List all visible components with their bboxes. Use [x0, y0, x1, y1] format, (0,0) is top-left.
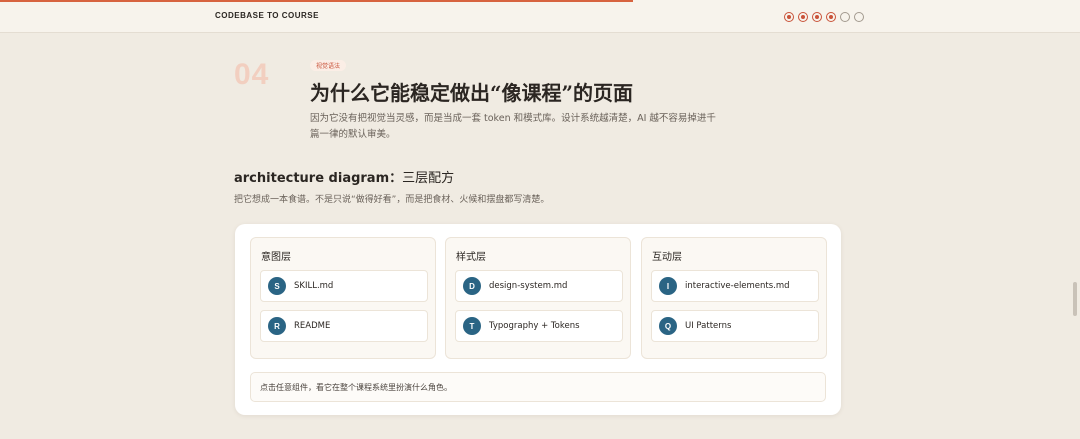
- component-badge: Q: [659, 317, 677, 335]
- section-title: 为什么它能稳定做出“像课程”的页面: [310, 81, 634, 105]
- component-interactive-elements-md[interactable]: I interactive-elements.md: [651, 270, 819, 302]
- layer-title: 互动层: [652, 252, 682, 263]
- component-badge: S: [268, 277, 286, 295]
- brand-title[interactable]: CODEBASE TO COURSE: [215, 11, 319, 20]
- diagram-title-en: architecture diagram：: [234, 171, 403, 186]
- component-readme[interactable]: R README: [260, 310, 428, 342]
- nav-dot-1[interactable]: [784, 12, 794, 22]
- component-ui-patterns[interactable]: Q UI Patterns: [651, 310, 819, 342]
- component-detail-hint: 点击任意组件，看它在整个课程系统里扮演什么角色。: [250, 372, 826, 402]
- component-skill-md[interactable]: S SKILL.md: [260, 270, 428, 302]
- section-number: 04: [234, 58, 270, 91]
- component-badge: I: [659, 277, 677, 295]
- section-tag: 视觉语法: [310, 60, 347, 71]
- component-label: UI Patterns: [685, 321, 732, 331]
- component-badge: R: [268, 317, 286, 335]
- component-label: Typography + Tokens: [489, 321, 580, 331]
- component-design-system-md[interactable]: D design-system.md: [455, 270, 623, 302]
- nav-dot-4[interactable]: [826, 12, 836, 22]
- layer-title: 样式层: [456, 252, 486, 263]
- diagram-title: architecture diagram：三层配方: [234, 167, 454, 186]
- page-scrollbar[interactable]: [1073, 282, 1077, 316]
- layer-interaction: 互动层 I interactive-elements.md Q UI Patte…: [641, 237, 827, 359]
- layer-title: 意图层: [261, 252, 291, 263]
- component-label: SKILL.md: [294, 281, 334, 291]
- section-nav-dots: [784, 12, 864, 22]
- nav-dot-3[interactable]: [812, 12, 822, 22]
- component-label: README: [294, 321, 331, 331]
- layer-intent: 意图层 S SKILL.md R README: [250, 237, 436, 359]
- component-badge: D: [463, 277, 481, 295]
- nav-dot-6[interactable]: [854, 12, 864, 22]
- component-label: design-system.md: [489, 281, 568, 291]
- top-bar: CODEBASE TO COURSE: [0, 0, 1080, 33]
- architecture-diagram-card: 意图层 S SKILL.md R README 样式层 D design-sys…: [235, 224, 841, 415]
- diagram-subtitle: 把它想成一本食谱。不是只说“做得好看”，而是把食材、火候和摆盘都写清楚。: [234, 195, 550, 205]
- component-typography-tokens[interactable]: T Typography + Tokens: [455, 310, 623, 342]
- nav-dot-5[interactable]: [840, 12, 850, 22]
- nav-dot-2[interactable]: [798, 12, 808, 22]
- component-badge: T: [463, 317, 481, 335]
- diagram-title-cn: 三层配方: [402, 171, 455, 186]
- component-label: interactive-elements.md: [685, 281, 790, 291]
- section-description: 因为它没有把视觉当灵感，而是当成一套 token 和模式库。设计系统越清楚，AI…: [310, 113, 716, 140]
- layer-style: 样式层 D design-system.md T Typography + To…: [445, 237, 631, 359]
- reading-progress-bar: [0, 0, 633, 2]
